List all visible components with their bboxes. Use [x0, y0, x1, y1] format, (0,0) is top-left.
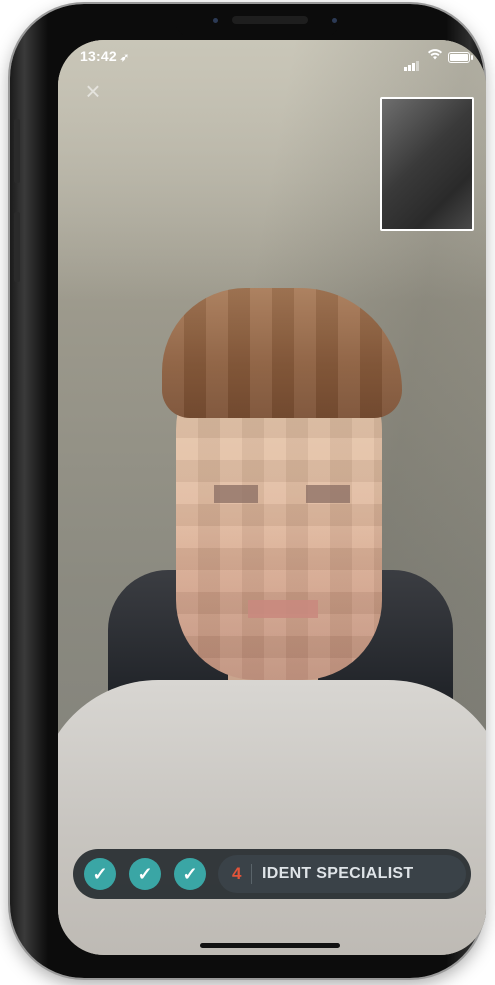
- close-icon[interactable]: ×: [80, 78, 106, 104]
- current-step-label: IDENT SPECIALIST: [262, 865, 414, 882]
- current-step-number: 4: [232, 864, 242, 883]
- proximity-sensor: [332, 18, 337, 23]
- person-shirt: [58, 680, 486, 955]
- wifi-icon: [428, 48, 442, 63]
- current-step: 4 IDENT SPECIALIST: [218, 855, 466, 893]
- step-1-complete-checkmark-icon: ✓: [84, 858, 116, 890]
- screen: 13:42 ➶ × ✓ ✓ ✓ 4 IDENT SPECIALIST: [58, 40, 486, 955]
- volume-up-button: [14, 119, 20, 183]
- ident-progress-bar: ✓ ✓ ✓ 4 IDENT SPECIALIST: [73, 849, 471, 899]
- self-camera-preview: [380, 97, 474, 231]
- front-camera: [213, 18, 218, 23]
- status-time: 13:42 ➶: [80, 48, 130, 64]
- location-arrow-icon: ➶: [119, 52, 130, 64]
- phone-frame: 13:42 ➶ × ✓ ✓ ✓ 4 IDENT SPECIALIST: [10, 4, 486, 978]
- status-bar: 13:42 ➶: [58, 40, 486, 80]
- battery-icon: [448, 52, 473, 63]
- signal-icon: [404, 53, 420, 71]
- volume-down-button: [14, 212, 20, 282]
- home-indicator[interactable]: [200, 943, 340, 948]
- step-3-complete-checkmark-icon: ✓: [174, 858, 206, 890]
- earpiece-speaker: [232, 16, 308, 24]
- step-2-complete-checkmark-icon: ✓: [129, 858, 161, 890]
